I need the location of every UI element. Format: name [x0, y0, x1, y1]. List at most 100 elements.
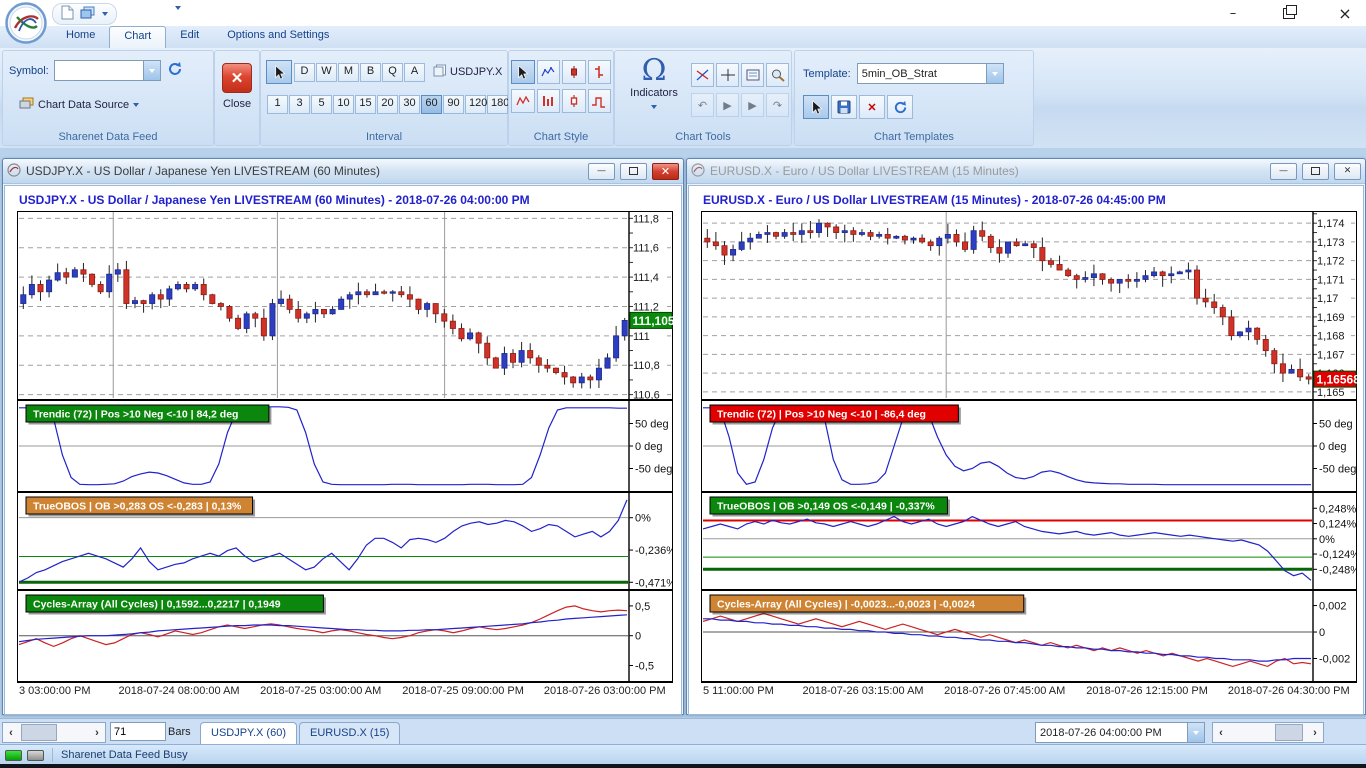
interval-minute-180[interactable]: 180: [487, 95, 508, 114]
chart-data-source-button[interactable]: Chart Data Source: [38, 99, 129, 111]
eurusd-restore-button[interactable]: [1302, 163, 1329, 180]
chart-h-scrollbar[interactable]: ‹ ›: [2, 722, 106, 743]
interval-minute-20[interactable]: 20: [377, 95, 398, 114]
style-bar-chart-button[interactable]: [588, 60, 612, 84]
symbol-dropdown-icon[interactable]: [143, 61, 160, 80]
indicator-label-trendic[interactable]: Trendic (72) | Pos >10 Neg <-10 | -86,4 …: [710, 405, 961, 425]
usdjpy-restore-button[interactable]: [620, 163, 647, 180]
trendline-tool-button[interactable]: [691, 63, 714, 87]
style-pointer-button[interactable]: [511, 60, 535, 84]
interval-period-D[interactable]: D: [294, 63, 315, 82]
indicator-label-cycles[interactable]: Cycles-Array (All Cycles) | 0,1592...0,2…: [26, 595, 326, 615]
undo-button[interactable]: ↶: [691, 93, 714, 117]
chart-tab-eurusd-x-15-[interactable]: EURUSD.X (15): [299, 722, 400, 746]
template-save-button[interactable]: [831, 95, 857, 119]
time-scroll-left-icon[interactable]: ‹: [1213, 723, 1229, 742]
chart-svg[interactable]: 111,8111,6111,4111,2111110,8110,650 deg0…: [17, 211, 673, 683]
zoom-tool-button[interactable]: [766, 63, 789, 87]
time-h-scrollbar[interactable]: ‹ ›: [1212, 722, 1324, 743]
svg-text:111,105: 111,105: [633, 314, 674, 328]
style-step-button[interactable]: [588, 89, 612, 113]
indicator-label-trueobos[interactable]: TrueOBOS | OB >0,149 OS <-0,149 | -0,337…: [710, 497, 950, 517]
chart-window-usdjpy[interactable]: USDJPY.X - US Dollar / Japanese Yen LIVE…: [2, 158, 684, 715]
group-sharenet-data-feed: Symbol: Chart Data Source Sharenet Data …: [2, 50, 214, 146]
interval-minute-10[interactable]: 10: [333, 95, 354, 114]
scroll-track[interactable]: [19, 723, 89, 742]
interval-minute-60[interactable]: 60: [421, 95, 442, 114]
close-chart-button[interactable]: ✕: [222, 63, 252, 93]
ribbon-tab-edit[interactable]: Edit: [166, 26, 213, 48]
svg-text:Trendic (72) | Pos >10 Neg <-1: Trendic (72) | Pos >10 Neg <-10 | -86,4 …: [717, 409, 926, 421]
chart-tabs: USDJPY.X (60)EURUSD.X (15): [200, 722, 400, 745]
interval-minute-90[interactable]: 90: [443, 95, 464, 114]
indicator-label-trueobos[interactable]: TrueOBOS | OB >0,283 OS <-0,283 | 0,13%: [26, 497, 255, 517]
interval-minute-120[interactable]: 120: [465, 95, 486, 114]
scroll-thumb[interactable]: [21, 724, 57, 741]
scroll-right-icon[interactable]: ›: [89, 723, 105, 742]
windows-icon[interactable]: [80, 6, 96, 23]
app-logo-icon[interactable]: [5, 2, 47, 44]
interval-period-Q[interactable]: Q: [382, 63, 403, 82]
restore-button[interactable]: [1276, 3, 1302, 23]
symbol-input[interactable]: [54, 60, 161, 81]
interval-minute-15[interactable]: 15: [355, 95, 376, 114]
chart-svg[interactable]: 1,1741,1731,1721,1711,171,1691,1681,1671…: [701, 211, 1357, 683]
usdjpy-window-titlebar[interactable]: USDJPY.X - US Dollar / Japanese Yen LIVE…: [3, 159, 683, 184]
eurusd-window-titlebar[interactable]: EURUSD.X - Euro / US Dollar LIVESTREAM (…: [687, 159, 1365, 184]
indicator-label-cycles[interactable]: Cycles-Array (All Cycles) | -0,0023...-0…: [710, 595, 1026, 615]
step-back-button[interactable]: ▶: [716, 93, 739, 117]
minimize-button[interactable]: –: [1220, 3, 1246, 23]
ribbon-tab-chart[interactable]: Chart: [109, 26, 166, 49]
interval-pointer-button[interactable]: [266, 60, 292, 84]
bars-count-input[interactable]: [110, 722, 166, 741]
close-button[interactable]: ×: [1332, 3, 1358, 23]
interval-minute-5[interactable]: 5: [311, 95, 332, 114]
ribbon-tab-options-and-settings[interactable]: Options and Settings: [213, 26, 343, 48]
template-dropdown-icon[interactable]: [986, 64, 1003, 83]
time-scroll-thumb[interactable]: [1275, 724, 1303, 741]
datetime-dropdown-icon[interactable]: [1187, 723, 1204, 742]
ribbon-tab-home[interactable]: Home: [52, 26, 109, 48]
crosshair-tool-button[interactable]: [716, 63, 739, 87]
style-line2-button[interactable]: [511, 89, 535, 113]
copy-chart-icon[interactable]: [433, 64, 447, 80]
indicator-label-trendic[interactable]: Trendic (72) | Pos >10 Neg <-10 | 84,2 d…: [26, 405, 271, 425]
chart-tab-usdjpy-x-60-[interactable]: USDJPY.X (60): [200, 722, 297, 746]
symbol-refresh-icon[interactable]: [167, 61, 183, 80]
eurusd-window-title: EURUSD.X - Euro / US Dollar LIVESTREAM (…: [710, 164, 1265, 178]
time-tick-label: 5 11:00:00 PM: [703, 685, 774, 697]
style-candlestick-button[interactable]: [562, 60, 586, 84]
interval-period-B[interactable]: B: [360, 63, 381, 82]
style-line-chart-button[interactable]: [537, 60, 561, 84]
redo-button[interactable]: ↷: [766, 93, 789, 117]
interval-period-W[interactable]: W: [316, 63, 337, 82]
usdjpy-close-button[interactable]: ✕: [652, 163, 679, 180]
scroll-left-icon[interactable]: ‹: [3, 723, 19, 742]
style-histogram-button[interactable]: [537, 89, 561, 113]
interval-period-A[interactable]: A: [404, 63, 425, 82]
template-pointer-button[interactable]: [803, 95, 829, 119]
usdjpy-minimize-button[interactable]: —: [588, 163, 615, 180]
template-select[interactable]: 5min_OB_Strat: [857, 63, 1004, 84]
datetime-select[interactable]: 2018-07-26 04:00:00 PM: [1035, 722, 1205, 743]
style-hollow-candle-button[interactable]: [562, 89, 586, 113]
interval-minute-3[interactable]: 3: [289, 95, 310, 114]
step-forward-button[interactable]: ▶: [741, 93, 764, 117]
time-scroll-track[interactable]: [1229, 723, 1307, 742]
interval-minute-1[interactable]: 1: [267, 95, 288, 114]
indicators-button[interactable]: Ω Indicators: [621, 57, 687, 113]
template-delete-button[interactable]: ✕: [859, 95, 885, 119]
time-scroll-right-icon[interactable]: ›: [1307, 723, 1323, 742]
customize-quick-access-icon[interactable]: [175, 6, 181, 10]
eurusd-chart-area[interactable]: 1,1741,1731,1721,1711,171,1691,1681,1671…: [701, 211, 1357, 683]
eurusd-minimize-button[interactable]: —: [1270, 163, 1297, 180]
eurusd-close-button[interactable]: ✕: [1334, 163, 1361, 180]
new-document-icon[interactable]: [61, 5, 74, 23]
interval-period-M[interactable]: M: [338, 63, 359, 82]
properties-tool-button[interactable]: [741, 63, 764, 87]
interval-minute-30[interactable]: 30: [399, 95, 420, 114]
windows-dropdown-icon[interactable]: [102, 12, 108, 16]
usdjpy-chart-area[interactable]: 111,8111,6111,4111,2111110,8110,650 deg0…: [17, 211, 673, 683]
template-refresh-button[interactable]: [887, 95, 913, 119]
chart-window-eurusd[interactable]: EURUSD.X - Euro / US Dollar LIVESTREAM (…: [686, 158, 1366, 715]
